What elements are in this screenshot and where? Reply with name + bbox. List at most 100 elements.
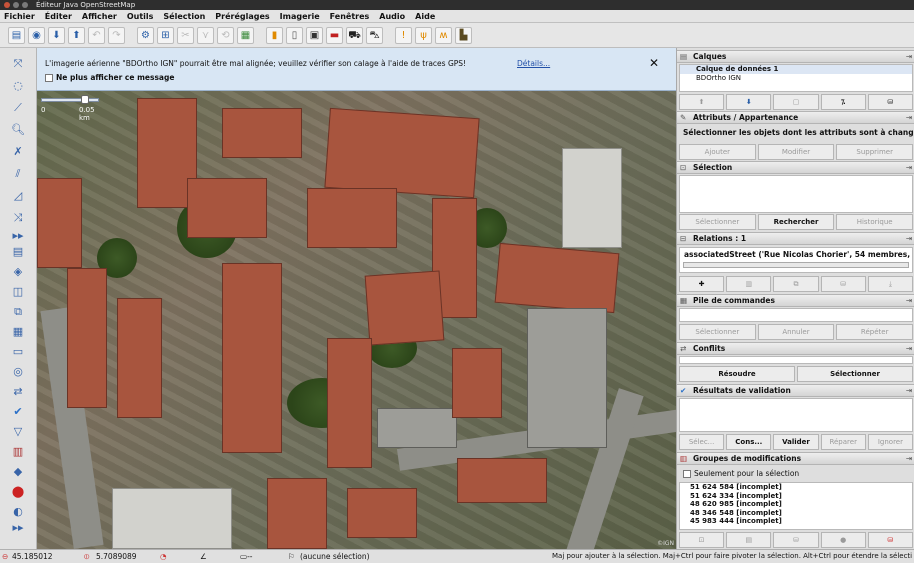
menu-preréglages[interactable]: Préréglages bbox=[215, 10, 269, 22]
list-item[interactable]: 48 620 985 [incomplet] bbox=[680, 500, 912, 509]
map-scale-slider[interactable]: 0 0.05 km bbox=[41, 95, 101, 122]
select-button[interactable]: Sélectionner bbox=[679, 214, 756, 230]
undo-icon[interactable]: ↶ bbox=[88, 26, 105, 44]
delete-tag-button[interactable]: Supprimer bbox=[836, 144, 914, 160]
validate-button[interactable]: Valider bbox=[773, 434, 819, 450]
grid-icon[interactable]: ▦ bbox=[237, 26, 254, 44]
preset-barrier-icon[interactable]: ▮ bbox=[266, 26, 283, 44]
cs-delete-icon[interactable]: ⛁ bbox=[867, 532, 914, 548]
changesets-panel-header[interactable]: ▥ Groupes de modifications ⇥ bbox=[677, 452, 914, 465]
validation-panel-header[interactable]: ✔ Résultats de validation ⇥ bbox=[677, 384, 914, 397]
ignore-button[interactable]: Ignorer bbox=[867, 434, 914, 450]
draw-mode-icon[interactable]: ⟋ bbox=[6, 98, 30, 118]
split-way-icon[interactable]: ✂ bbox=[177, 26, 194, 44]
panel-toggle-filter-icon[interactable]: ◎ bbox=[6, 362, 30, 382]
parallel-mode-icon[interactable]: ⫽ bbox=[6, 164, 30, 184]
open-file-icon[interactable]: ▤ bbox=[8, 26, 25, 44]
redo-button[interactable]: Répéter bbox=[836, 324, 914, 340]
relations-panel-header[interactable]: ⊟ Relations : 1 ⇥ bbox=[677, 232, 914, 245]
checkbox-icon[interactable] bbox=[45, 73, 53, 82]
menu-aide[interactable]: Aide bbox=[415, 10, 435, 22]
upload-icon[interactable]: ⬆ bbox=[68, 26, 85, 44]
merge-layer-icon[interactable]: ⁒ bbox=[820, 94, 866, 110]
preset-flag-icon[interactable]: ▬ bbox=[326, 26, 343, 44]
move-down-icon[interactable]: ⬇ bbox=[726, 94, 772, 110]
menu-imagerie[interactable]: Imagerie bbox=[280, 10, 320, 22]
validation-select-button[interactable]: Sélec... bbox=[679, 434, 725, 450]
improve-way-icon[interactable]: ◿ bbox=[6, 186, 30, 206]
preset-bus-icon[interactable]: ⛍ bbox=[366, 26, 383, 44]
details-link[interactable]: Détails... bbox=[517, 59, 550, 68]
conflicts-panel-header[interactable]: ⇄ Conflits ⇥ bbox=[677, 342, 914, 355]
panel-toggle-conflicts-icon[interactable]: ⇄ bbox=[6, 382, 30, 402]
cs-info-icon[interactable]: ● bbox=[820, 532, 866, 548]
history-button[interactable]: Historique bbox=[836, 214, 914, 230]
menu-outils[interactable]: Outils bbox=[127, 10, 154, 22]
list-item[interactable]: 51 624 334 [incomplet] bbox=[680, 492, 912, 501]
close-icon[interactable]: ✕ bbox=[649, 56, 659, 70]
window-controls[interactable] bbox=[4, 2, 28, 8]
panel-toggle-changesets-icon[interactable]: ▥ bbox=[6, 442, 30, 462]
zoom-fit-icon[interactable]: ⊞ bbox=[157, 26, 174, 44]
select-mode-icon[interactable]: ⤧ bbox=[6, 54, 30, 74]
menu-fichier[interactable]: Fichier bbox=[4, 10, 35, 22]
panel-toggle-layers-icon[interactable]: ▤ bbox=[6, 242, 30, 262]
preset-chart-icon[interactable]: ▙ bbox=[455, 26, 472, 44]
more-panels-icon[interactable]: ▸▸ bbox=[6, 518, 30, 538]
dock-icon[interactable]: ⇥ bbox=[906, 453, 912, 464]
checkbox-icon[interactable] bbox=[683, 469, 691, 478]
add-relation-icon[interactable]: ✚ bbox=[679, 276, 725, 292]
combine-way-icon[interactable]: ⋎ bbox=[197, 26, 214, 44]
dont-show-again-checkbox[interactable]: Ne plus afficher ce message bbox=[45, 73, 174, 82]
resolve-button[interactable]: Résoudre bbox=[679, 366, 795, 382]
menu-fenetres[interactable]: Fenêtres bbox=[330, 10, 370, 22]
panel-toggle-map-paint-icon[interactable]: ⬤ bbox=[6, 482, 30, 502]
commands-select-button[interactable]: Sélectionner bbox=[679, 324, 756, 340]
list-item[interactable]: 48 346 548 [incomplet] bbox=[680, 509, 912, 518]
delete-relation-icon[interactable]: ⛁ bbox=[820, 276, 866, 292]
dock-icon[interactable]: ⇥ bbox=[906, 233, 912, 244]
menu-editer[interactable]: Éditer bbox=[45, 10, 72, 22]
dock-icon[interactable]: ⇥ bbox=[906, 295, 912, 306]
panel-toggle-selection-icon[interactable]: ◫ bbox=[6, 282, 30, 302]
panel-toggle-relations-icon[interactable]: ⧉ bbox=[6, 302, 30, 322]
dock-icon[interactable]: ⇥ bbox=[906, 112, 912, 123]
preset-door-icon[interactable]: ▣ bbox=[306, 26, 323, 44]
dock-icon[interactable]: ⇥ bbox=[906, 343, 912, 354]
list-item[interactable]: 45 983 444 [incomplet] bbox=[680, 517, 912, 526]
cs-read-icon[interactable]: ▤ bbox=[726, 532, 772, 548]
preset-water-icon[interactable]: ʍ bbox=[435, 26, 452, 44]
commands-panel-header[interactable]: ▦ Pile de commandes ⇥ bbox=[677, 294, 914, 307]
panel-toggle-validation-icon[interactable]: ✔ bbox=[6, 402, 30, 422]
add-tag-button[interactable]: Ajouter bbox=[679, 144, 756, 160]
preset-car-icon[interactable]: ⛟ bbox=[346, 26, 363, 44]
layer-item-data[interactable]: Calque de données 1 bbox=[680, 65, 912, 74]
activate-layer-icon[interactable]: ▢ bbox=[773, 94, 819, 110]
zoom-mode-icon[interactable]: 🔍︎ bbox=[6, 120, 30, 140]
open-location-icon[interactable]: ◉ bbox=[28, 26, 45, 44]
fix-button[interactable]: Réparer bbox=[820, 434, 866, 450]
dock-icon[interactable]: ⇥ bbox=[906, 385, 912, 396]
dock-icon[interactable]: ⇥ bbox=[906, 162, 912, 173]
zoom-slider-handle[interactable] bbox=[81, 95, 89, 104]
lasso-icon[interactable]: ◌ bbox=[6, 76, 30, 96]
horizontal-scrollbar[interactable] bbox=[683, 262, 909, 268]
layer-item-imagery[interactable]: BDOrtho IGN bbox=[680, 74, 912, 83]
reverse-way-icon[interactable]: ⟲ bbox=[217, 26, 234, 44]
preset-building-icon[interactable]: ▯ bbox=[286, 26, 303, 44]
duplicate-relation-icon[interactable]: ⧉ bbox=[773, 276, 819, 292]
move-up-icon[interactable]: ⬆ bbox=[679, 94, 725, 110]
download-icon[interactable]: ⬇ bbox=[48, 26, 65, 44]
download-members-icon[interactable]: ⤓ bbox=[867, 276, 914, 292]
undo-button[interactable]: Annuler bbox=[757, 324, 835, 340]
selection-panel-header[interactable]: ⊡ Sélection ⇥ bbox=[677, 161, 914, 174]
split-mode-icon[interactable]: ⤨ bbox=[6, 208, 30, 228]
search-button[interactable]: Rechercher bbox=[757, 214, 835, 230]
redo-icon[interactable]: ↷ bbox=[108, 26, 125, 44]
panel-toggle-author-icon[interactable]: ◆ bbox=[6, 462, 30, 482]
panel-toggle-attributes-icon[interactable]: ◈ bbox=[6, 262, 30, 282]
preferences-icon[interactable]: ⚙ bbox=[137, 26, 154, 44]
attributes-panel-header[interactable]: ✎ Attributs / Appartenance ⇥ bbox=[677, 111, 914, 124]
menu-selection[interactable]: Sélection bbox=[163, 10, 205, 22]
dock-icon[interactable]: ⇥ bbox=[906, 51, 912, 62]
